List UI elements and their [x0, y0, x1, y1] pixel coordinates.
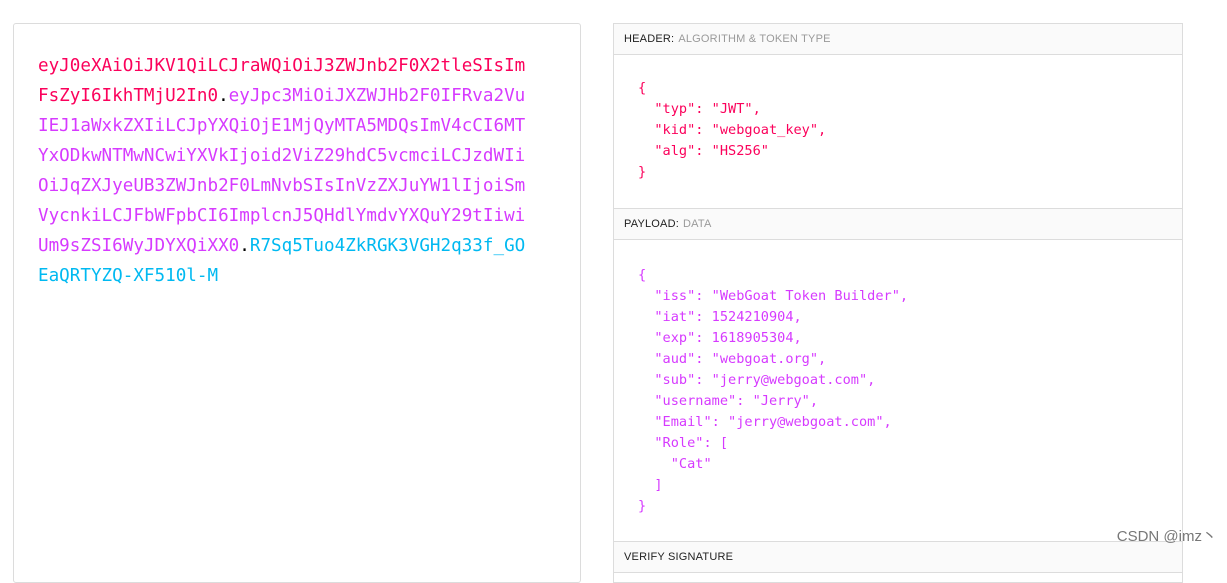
payload-json-editor[interactable]: { "iss": "WebGoat Token Builder", "iat":… [614, 240, 1182, 542]
decoded-token-panel: HEADER: ALGORITHM & TOKEN TYPE { "typ": "… [613, 23, 1183, 583]
header-section-subtitle: ALGORITHM & TOKEN TYPE [678, 33, 830, 45]
payload-section-subtitle: DATA [683, 218, 712, 230]
payload-section-label: PAYLOAD: [624, 218, 679, 230]
header-section-title: HEADER: ALGORITHM & TOKEN TYPE [614, 24, 1182, 55]
header-json-text[interactable]: { "typ": "JWT", "kid": "webgoat_key", "a… [638, 78, 826, 183]
payload-section-title: PAYLOAD: DATA [614, 209, 1182, 240]
csdn-watermark: CSDN @imz丶 [1117, 525, 1217, 546]
token-payload-segment: eyJpc3MiOiJXZWJHb2F0IFRva2VuIEJ1aWxkZXIi… [38, 86, 525, 256]
header-json-editor[interactable]: { "typ": "JWT", "kid": "webgoat_key", "a… [614, 55, 1182, 209]
verify-signature-label: VERIFY SIGNATURE [624, 551, 733, 563]
header-section-label: HEADER: [624, 33, 674, 45]
token-separator-dot: . [218, 86, 229, 106]
token-separator-dot: . [239, 236, 250, 256]
encoded-token-textarea[interactable]: eyJ0eXAiOiJKV1QiLCJraWQiOiJ3ZWJnb2F0X2tl… [38, 51, 528, 291]
payload-json-text[interactable]: { "iss": "WebGoat Token Builder", "iat":… [638, 265, 908, 517]
encoded-token-panel[interactable]: eyJ0eXAiOiJKV1QiLCJraWQiOiJ3ZWJnb2F0X2tl… [13, 23, 581, 583]
verify-signature-section-title: VERIFY SIGNATURE [614, 542, 1182, 573]
